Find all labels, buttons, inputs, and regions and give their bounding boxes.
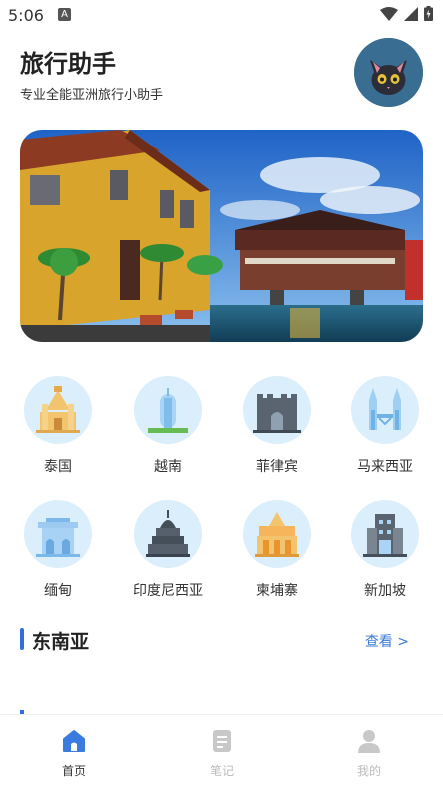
tab-home[interactable]: 首页 <box>0 715 148 789</box>
signal-icon <box>404 6 418 21</box>
home-icon <box>63 730 85 752</box>
country-label: 泰国 <box>44 459 72 475</box>
cambodia-palace-icon <box>255 512 299 557</box>
battery-icon <box>424 6 433 21</box>
view-more-link[interactable]: 查看 > <box>365 631 409 651</box>
tab-label: 首页 <box>61 764 86 778</box>
indonesia-stupa-icon <box>146 510 190 557</box>
country-item-indonesia[interactable]: 印度尼西亚 <box>113 500 223 600</box>
country-item-philippines[interactable]: 菲律宾 <box>222 376 332 476</box>
app-subtitle: 专业全能亚洲旅行小助手 <box>20 88 164 103</box>
notification-badge: A <box>58 8 71 21</box>
country-item-thailand[interactable]: 泰国 <box>3 376 113 476</box>
app-title: 旅行助手 <box>20 50 116 78</box>
country-label: 越南 <box>154 459 182 475</box>
tab-notes[interactable]: 笔记 <box>148 715 296 789</box>
avatar[interactable] <box>354 38 423 107</box>
status-time: 5:06 <box>8 6 44 25</box>
country-item-malaysia[interactable]: 马来西亚 <box>330 376 440 476</box>
tab-label: 我的 <box>356 764 381 778</box>
thailand-temple-icon <box>36 386 80 433</box>
country-label: 印度尼西亚 <box>133 583 203 599</box>
country-label: 缅甸 <box>44 583 72 599</box>
country-item-myanmar[interactable]: 缅甸 <box>3 500 113 600</box>
status-bar: 5:06 A <box>0 0 443 30</box>
banner-image[interactable] <box>20 130 423 342</box>
tab-profile[interactable]: 我的 <box>295 715 443 789</box>
country-item-singapore[interactable]: 新加坡 <box>330 500 440 600</box>
notes-icon <box>213 730 231 752</box>
section-title: 东南亚 <box>32 631 90 653</box>
singapore-building-icon <box>363 514 407 557</box>
myanmar-palace-icon <box>36 518 80 557</box>
country-label: 新加坡 <box>364 583 406 599</box>
bottom-tab-bar: 首页 笔记 我的 <box>0 714 443 789</box>
philippines-fort-icon <box>253 394 301 433</box>
section-accent-bar <box>20 628 24 650</box>
country-label: 柬埔寨 <box>256 583 298 599</box>
malaysia-towers-icon <box>369 388 401 430</box>
country-item-cambodia[interactable]: 柬埔寨 <box>222 500 332 600</box>
country-label: 菲律宾 <box>256 459 298 475</box>
tab-label: 笔记 <box>209 764 234 778</box>
wifi-icon <box>380 6 398 21</box>
country-label: 马来西亚 <box>357 459 413 475</box>
vietnam-monument-icon <box>148 388 188 433</box>
hoi-an-scene-image <box>20 130 423 342</box>
profile-icon <box>358 730 380 753</box>
cat-avatar-icon <box>354 38 423 107</box>
country-item-vietnam[interactable]: 越南 <box>113 376 223 476</box>
